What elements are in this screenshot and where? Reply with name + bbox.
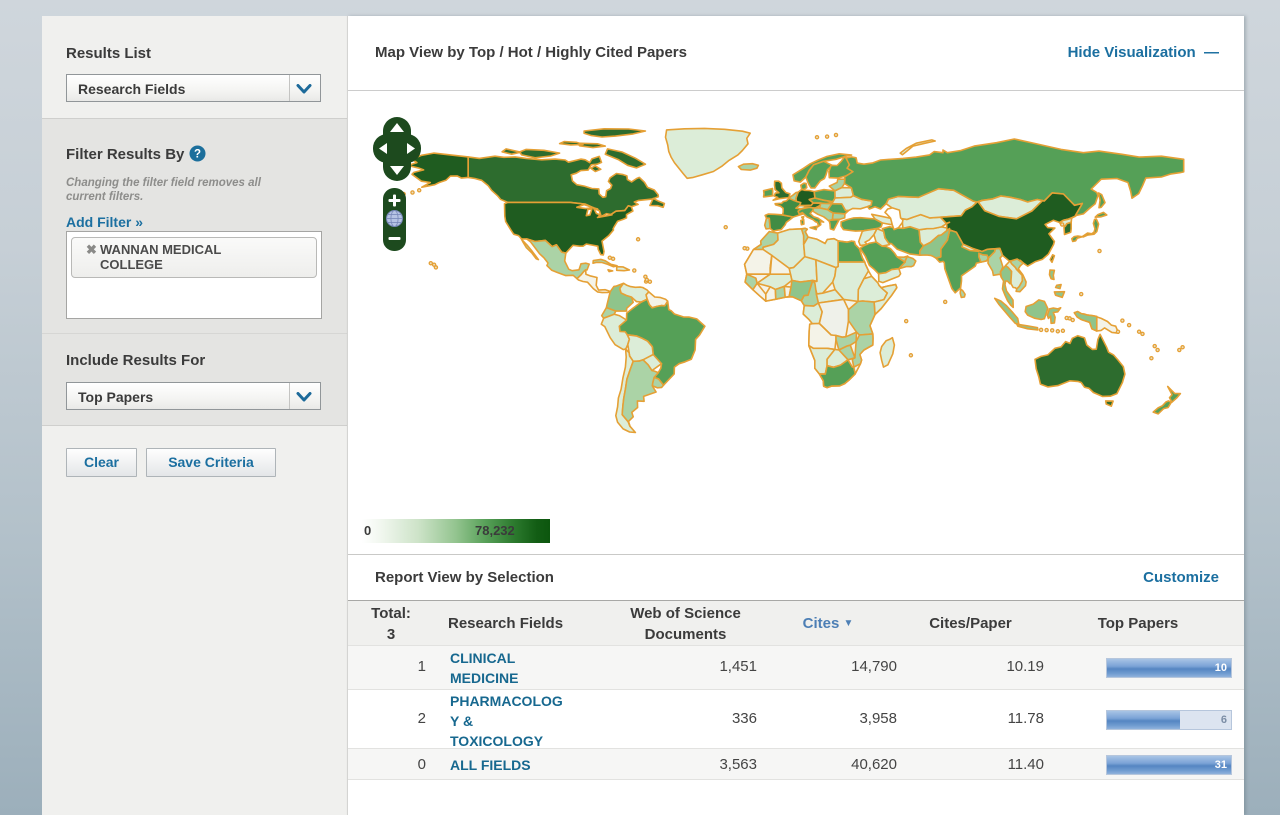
svg-text:?: ? [194, 149, 201, 161]
